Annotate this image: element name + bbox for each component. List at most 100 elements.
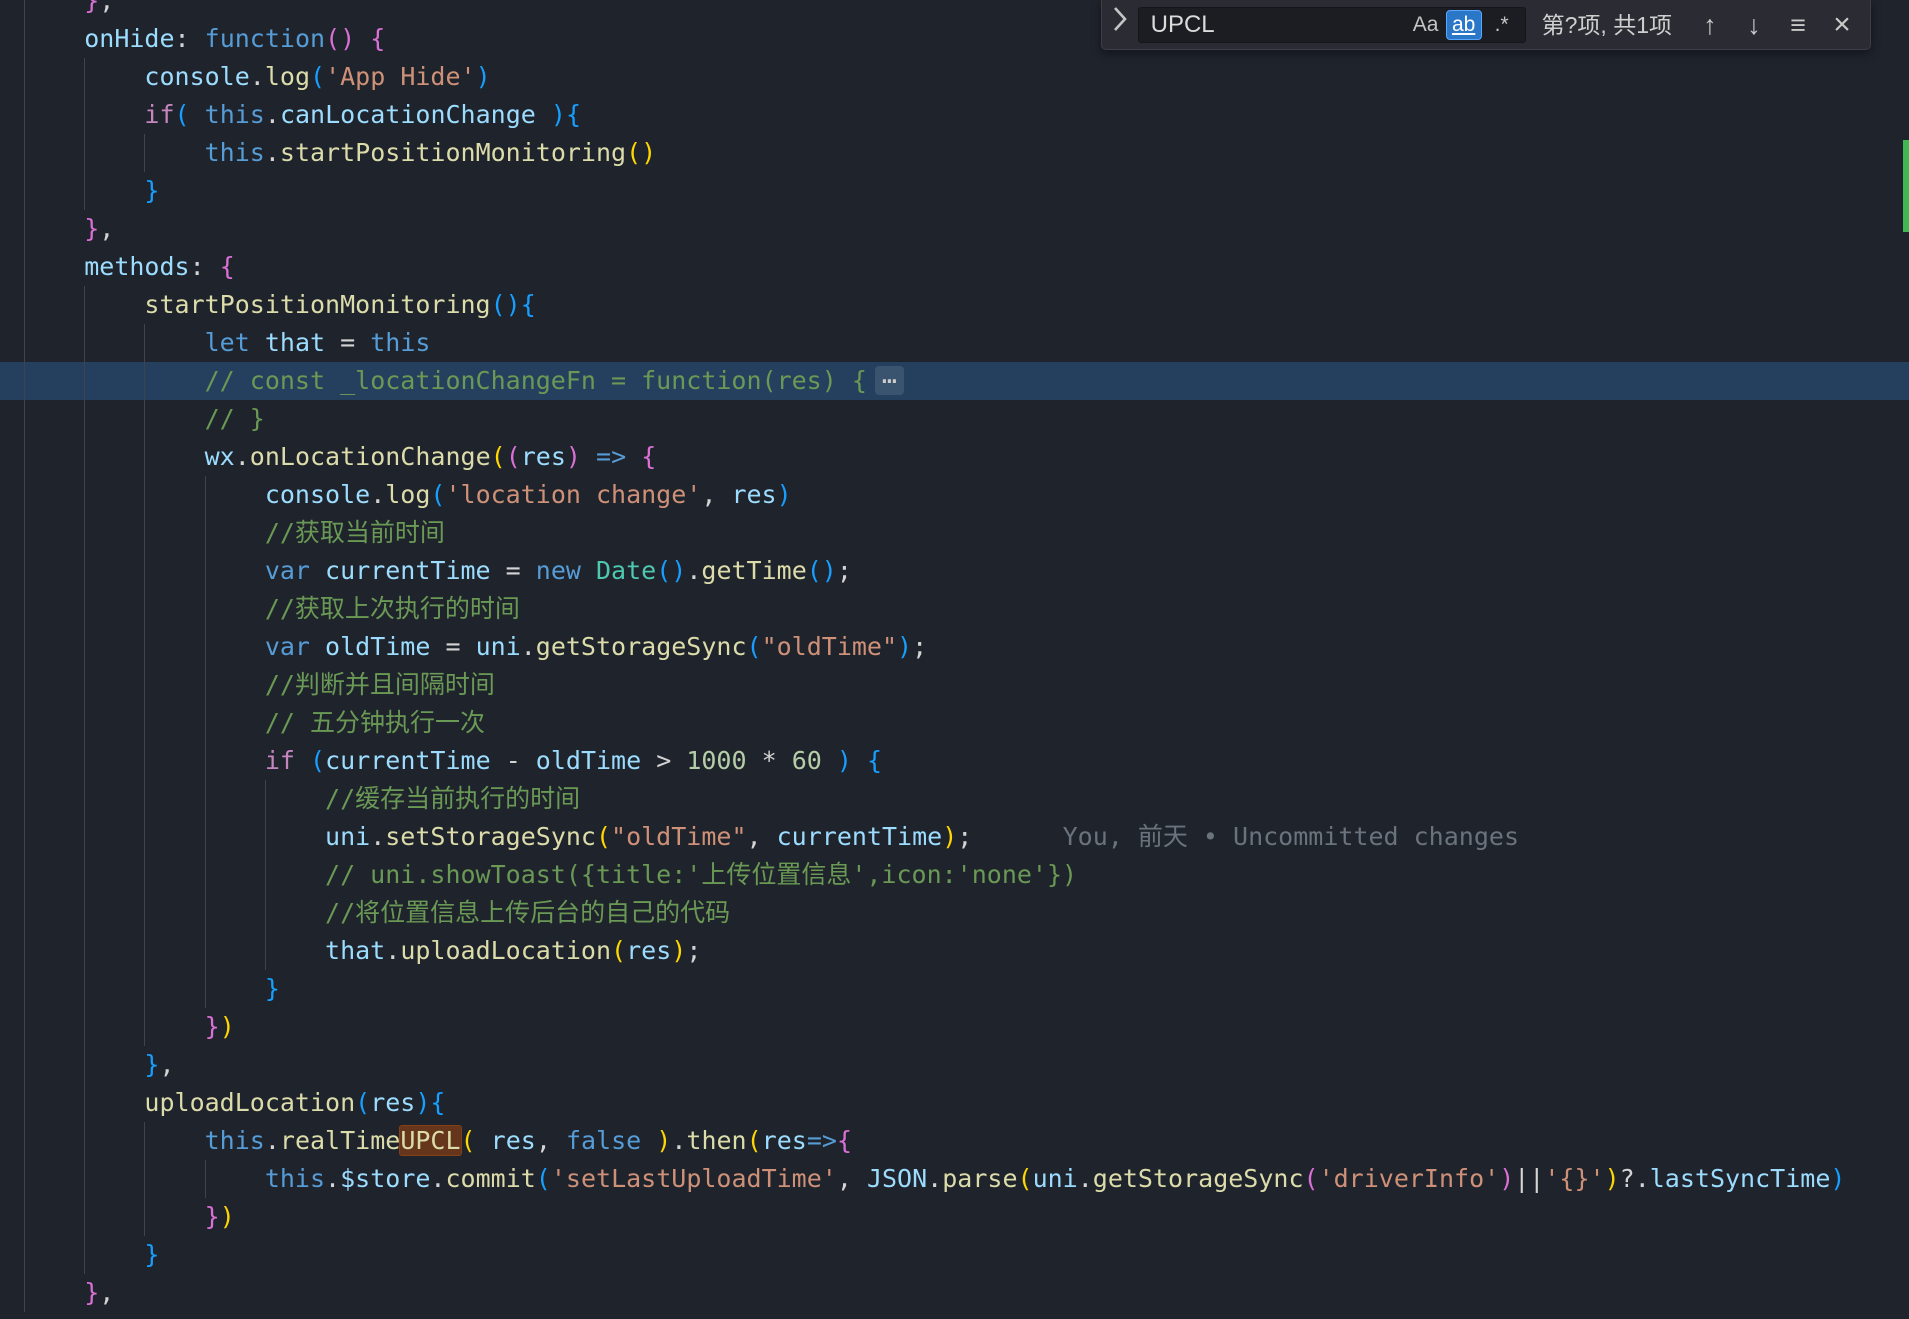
code-line[interactable]: console.log('location change', res) [0,476,1909,514]
code-line[interactable]: } [0,172,1909,210]
code-line[interactable]: this.realTimeUPCL( res, false ).then(res… [0,1122,1909,1160]
regex-toggle[interactable]: .* [1484,10,1520,40]
indent-guide [24,58,25,96]
toggle-replace-button[interactable] [1102,0,1138,49]
code-token: res [520,442,566,471]
code-token: var [264,556,310,585]
fold-ellipsis[interactable]: ⋯ [874,366,904,395]
indent-guide [84,362,86,400]
code-token: . [430,1164,446,1193]
code-line[interactable]: this.$store.commit('setLastUploadTime', … [0,1160,1909,1198]
find-query-text[interactable]: UPCL [1151,6,1406,44]
code-token: } [204,1202,220,1231]
match-case-toggle[interactable]: Aa [1408,10,1444,40]
code-token: - [490,746,536,775]
next-match-button[interactable]: ↓ [1732,5,1776,45]
code-line[interactable]: // 五分钟执行一次 [0,704,1909,742]
indent-guide [84,1008,86,1046]
code-line[interactable]: var oldTime = uni.getStorageSync("oldTim… [0,628,1909,666]
code-token: 'location change' [445,480,702,509]
code-token: var [264,632,310,661]
code-line[interactable]: //获取上次执行的时间 [0,590,1909,628]
code-line[interactable]: if (currentTime - oldTime > 1000 * 60 ) … [0,742,1909,780]
code-token: ( [310,62,326,91]
code-line[interactable]: // } [0,400,1909,438]
indent-guide [24,400,25,438]
code-line[interactable]: //缓存当前执行的时间 [0,780,1909,818]
code-line[interactable]: }) [0,1198,1909,1236]
code-line[interactable]: wx.onLocationChange((res) => { [0,438,1909,476]
indent-guide [84,1046,86,1084]
code-token: ?. [1619,1164,1650,1193]
code-line[interactable]: startPositionMonitoring(){ [0,286,1909,324]
indent-guide [24,704,25,742]
indent-guide [204,590,206,628]
code-line[interactable]: var currentTime = new Date().getTime(); [0,552,1909,590]
code-token: , [99,0,115,15]
indent-guide [204,742,206,780]
indent-guide [84,1122,86,1160]
indent-guide [24,1274,25,1312]
indent-guide [144,704,146,742]
code-token: { [219,252,235,281]
code-token: log [385,480,431,509]
code-line[interactable]: let that = this [0,324,1909,362]
close-find-button[interactable]: × [1820,5,1864,45]
code-line[interactable]: // uni.showToast({title:'上传位置信息',icon:'n… [0,856,1909,894]
indent-guide [24,628,25,666]
code-token: || [1514,1164,1545,1193]
code-token: , [535,1126,566,1155]
code-line[interactable]: }, [0,1046,1909,1084]
code-token: console [264,480,371,509]
code-line[interactable]: //判断并且间隔时间 [0,666,1909,704]
code-line[interactable]: }) [0,1008,1909,1046]
indent-guide [204,856,206,894]
code-line[interactable]: this.startPositionMonitoring() [0,134,1909,172]
code-token: ( [310,746,326,775]
code-line[interactable]: } [0,1312,1909,1319]
code-line[interactable]: }, [0,1274,1909,1312]
previous-match-button[interactable]: ↑ [1688,5,1732,45]
whole-word-toggle[interactable]: ab [1445,9,1482,40]
indent-guide [24,362,25,400]
indent-guide [144,780,146,818]
code-token: . [927,1164,943,1193]
code-line[interactable]: console.log('App Hide') [0,58,1909,96]
code-token: console [144,62,250,91]
code-line[interactable]: //获取当前时间 [0,514,1909,552]
code-token: . [234,442,250,471]
code-line[interactable]: methods: { [0,248,1909,286]
code-line[interactable]: } [0,970,1909,1008]
code-line[interactable]: if( this.canLocationChange ){ [0,96,1909,134]
code-token: . [264,1126,280,1155]
code-token: , [99,214,115,243]
code-line-current[interactable]: // const _locationChangeFn = function(re… [0,362,1909,400]
code-token: ( [505,442,521,471]
code-token: ) [776,480,792,509]
indent-guide [264,780,266,818]
code-token: = [325,328,371,357]
indent-guide [24,1198,25,1236]
find-input[interactable]: UPCL Aa ab .* [1137,6,1526,44]
indent-guide [84,590,86,628]
code-line[interactable]: } [0,1236,1909,1274]
find-in-selection-button[interactable]: ≡ [1776,5,1820,45]
code-line[interactable]: //将位置信息上传后台的自己的代码 [0,894,1909,932]
indent-guide [24,742,25,780]
indent-guide [84,1236,86,1274]
code-token: getStorageSync [1092,1164,1304,1193]
code-line[interactable]: uploadLocation(res){ [0,1084,1909,1122]
indent-guide [204,666,206,704]
code-line[interactable]: uni.setStorageSync("oldTime", currentTim… [0,818,1909,856]
indent-guide [84,476,86,514]
code-line[interactable]: that.uploadLocation(res); [0,932,1909,970]
code-line[interactable]: }, [0,210,1909,248]
indent-guide [84,514,86,552]
code-token: uni [325,822,371,851]
code-token: } [204,1012,220,1041]
